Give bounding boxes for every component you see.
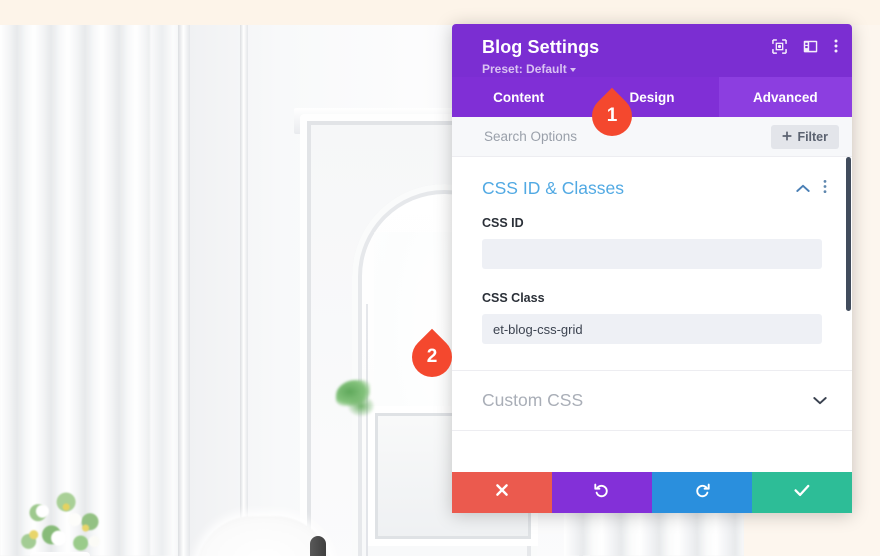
bouquet-flowers [10,486,118,556]
chevron-down-icon[interactable] [813,392,827,410]
modal-header-actions [772,38,838,54]
section-custom-css-header[interactable]: Custom CSS [452,371,852,431]
field-css-class: CSS Class [452,269,852,344]
filter-button[interactable]: Filter [771,124,839,149]
modal-tabs: Content Design Advanced [452,77,852,117]
top-cream-band [0,0,880,25]
wall-moulding-left [178,24,190,556]
blog-settings-modal: Blog Settings Preset: Default Content De… [452,24,852,513]
section-title: CSS ID & Classes [482,178,624,198]
tab-content-label: Content [493,89,545,105]
callout-number: 1 [606,105,618,126]
flower-vase [30,552,90,556]
redo-icon [694,482,710,503]
field-css-id-label: CSS ID [482,216,524,230]
callout-marker-2: 2 [403,328,466,386]
undo-button[interactable] [552,472,652,513]
check-icon [794,484,810,502]
callout-number: 2 [426,346,438,367]
screenshot-root: Blog Settings Preset: Default Content De… [0,0,880,556]
css-id-input[interactable] [482,239,822,269]
plus-icon [782,130,792,144]
wall-moulding-mid [240,24,248,556]
section-more-vertical-icon[interactable] [823,179,827,199]
undo-icon [594,482,610,503]
search-options-bar: Filter [452,117,852,157]
cancel-button[interactable] [452,472,552,513]
preset-selector[interactable]: Preset: Default [482,63,834,75]
modal-header: Blog Settings Preset: Default [452,24,852,77]
chevron-down-icon [569,67,576,72]
settings-scroll-area: CSS ID & Classes CSS ID CSS Class et-blo… [452,157,852,472]
more-vertical-icon[interactable] [834,38,838,54]
close-icon [495,483,509,502]
field-css-class-label: CSS Class [482,291,545,305]
preset-label: Preset: Default [482,62,567,76]
plant-leaf-secondary [348,396,374,416]
filter-button-label: Filter [797,129,828,144]
callout-marker-1: 1 [583,87,646,145]
layout-panel-icon[interactable] [803,39,818,54]
field-css-id: CSS ID [452,213,852,269]
modal-footer [452,472,852,513]
css-class-input[interactable] [482,314,822,344]
save-button[interactable] [752,472,852,513]
focus-icon[interactable] [772,38,787,54]
tab-advanced[interactable]: Advanced [718,77,852,117]
tab-advanced-label: Advanced [753,89,818,105]
tab-content[interactable]: Content [452,77,585,117]
chevron-up-icon[interactable] [796,180,810,198]
chair-arm [310,536,326,556]
redo-button[interactable] [652,472,752,513]
section-custom-css-title: Custom CSS [482,390,584,410]
scrollbar-track[interactable] [846,157,852,472]
scrollbar-thumb[interactable] [846,157,851,311]
section-css-id-and-classes-header[interactable]: CSS ID & Classes [452,157,852,213]
